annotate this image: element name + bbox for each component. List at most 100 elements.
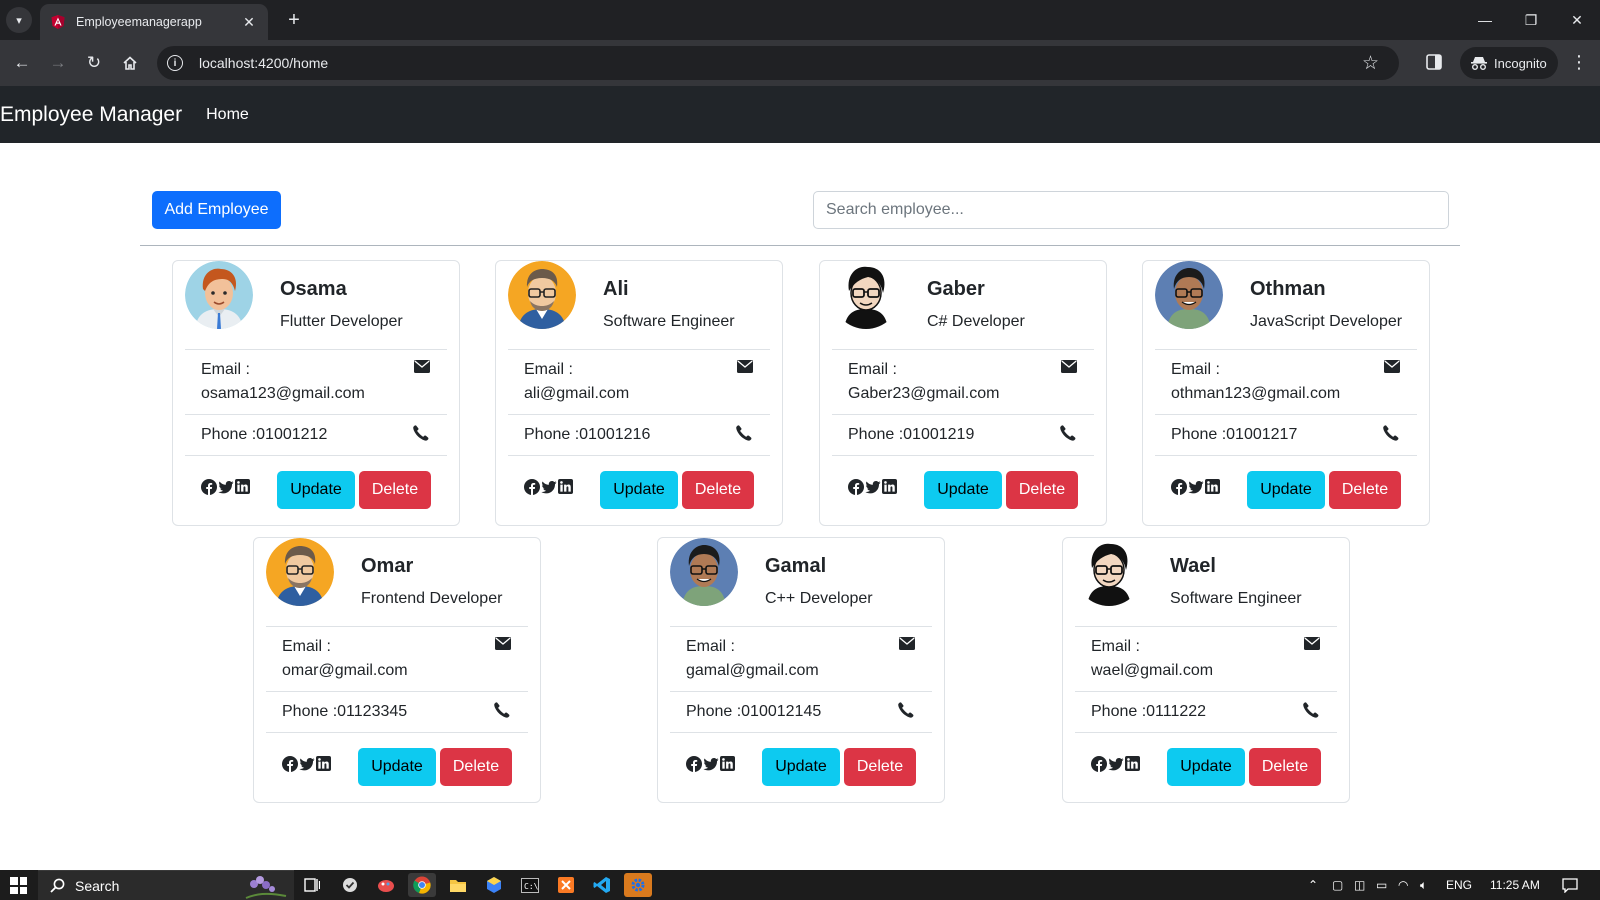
envelope-icon	[899, 637, 915, 650]
side-panel-icon[interactable]	[1424, 52, 1444, 72]
facebook-icon[interactable]	[848, 479, 864, 495]
envelope-icon	[1061, 360, 1077, 373]
close-window-icon[interactable]: ✕	[1554, 0, 1600, 40]
vscode-icon[interactable]	[588, 873, 616, 897]
facebook-icon[interactable]	[201, 479, 217, 495]
phone-icon	[494, 702, 510, 718]
nav-link-home[interactable]: Home	[206, 106, 249, 124]
tray-app-icon[interactable]: ◫	[1354, 870, 1365, 900]
employee-card: Wael Software Engineer Email : wael@gmai…	[1062, 537, 1350, 803]
restore-icon[interactable]: ❐	[1508, 0, 1554, 40]
tab-search-button[interactable]: ▾	[6, 7, 32, 33]
update-button[interactable]: Update	[1247, 471, 1325, 509]
linkedin-icon[interactable]	[316, 756, 332, 772]
incognito-indicator[interactable]: Incognito	[1460, 47, 1558, 79]
update-button[interactable]: Update	[924, 471, 1002, 509]
card-divider	[832, 455, 1094, 456]
facebook-icon[interactable]	[524, 479, 540, 495]
taskbar-clock[interactable]: 11:25 AM	[1490, 870, 1540, 900]
xampp-icon[interactable]	[552, 873, 580, 897]
site-info-icon[interactable]: i	[167, 55, 183, 71]
language-indicator[interactable]: ENG	[1446, 870, 1472, 900]
linkedin-icon[interactable]	[1125, 756, 1141, 772]
employee-card: Ali Software Engineer Email : ali@gmail.…	[495, 260, 783, 526]
linkedin-icon[interactable]	[1205, 479, 1221, 495]
delete-button[interactable]: Delete	[359, 471, 431, 509]
tray-meet-icon[interactable]: ▢	[1332, 870, 1343, 900]
linkedin-icon[interactable]	[720, 756, 736, 772]
facebook-icon[interactable]	[1171, 479, 1187, 495]
update-button[interactable]: Update	[600, 471, 678, 509]
email-label: Email :	[848, 361, 897, 378]
employee-job-title: Flutter Developer	[280, 313, 403, 330]
minimize-icon[interactable]: —	[1462, 0, 1508, 40]
search-employee-input[interactable]	[813, 191, 1449, 229]
twitter-icon[interactable]	[541, 479, 557, 495]
facebook-icon[interactable]	[1091, 756, 1107, 772]
bookmark-star-icon[interactable]: ☆	[1362, 52, 1379, 75]
phone-icon	[898, 702, 914, 718]
chrome-taskbar-icon[interactable]	[408, 873, 436, 897]
envelope-icon	[737, 360, 753, 373]
tray-overflow-icon[interactable]: ⌃	[1308, 870, 1318, 900]
twitter-icon[interactable]	[865, 479, 881, 495]
task-view-icon[interactable]	[298, 873, 326, 897]
settings-app-icon[interactable]	[624, 873, 652, 897]
notifications-icon[interactable]	[1562, 870, 1578, 900]
twitter-icon[interactable]	[703, 756, 719, 772]
add-employee-button[interactable]: Add Employee	[152, 191, 281, 229]
battery-icon[interactable]: ▭	[1376, 870, 1387, 900]
back-icon[interactable]: ←	[8, 49, 36, 77]
svg-text:C:\: C:\	[524, 882, 539, 891]
new-tab-button[interactable]: +	[280, 6, 308, 34]
tab-close-icon[interactable]: ✕	[240, 14, 258, 31]
volume-icon[interactable]: 🔈︎	[1420, 870, 1427, 900]
browser-tab-active[interactable]: Employeemanagerapp ✕	[40, 4, 268, 40]
navbar-brand[interactable]: Employee Manager	[0, 103, 182, 127]
employee-job-title: JavaScript Developer	[1250, 313, 1403, 330]
update-button[interactable]: Update	[358, 748, 436, 786]
twitter-icon[interactable]	[299, 756, 315, 772]
card-divider	[1155, 455, 1417, 456]
email-label: Email :	[201, 361, 250, 378]
browser-menu-icon[interactable]: ⋮	[1570, 50, 1588, 76]
app-icon-paint[interactable]	[372, 873, 400, 897]
employee-job-title: C# Developer	[927, 313, 1025, 330]
address-bar[interactable]: i localhost:4200/home ☆	[157, 46, 1399, 80]
taskbar-search[interactable]: Search	[38, 870, 294, 900]
facebook-icon[interactable]	[686, 756, 702, 772]
file-explorer-icon[interactable]	[444, 873, 472, 897]
update-button[interactable]: Update	[277, 471, 355, 509]
delete-button[interactable]: Delete	[440, 748, 512, 786]
windows-start-icon[interactable]	[10, 877, 27, 894]
forward-icon[interactable]: →	[44, 49, 72, 77]
employee-email: omar@gmail.com	[282, 662, 408, 679]
delete-button[interactable]: Delete	[682, 471, 754, 509]
delete-button[interactable]: Delete	[1329, 471, 1401, 509]
delete-button[interactable]: Delete	[844, 748, 916, 786]
linkedin-icon[interactable]	[882, 479, 898, 495]
twitter-icon[interactable]	[218, 479, 234, 495]
email-label: Email :	[1091, 638, 1140, 655]
linkedin-icon[interactable]	[558, 479, 574, 495]
delete-button[interactable]: Delete	[1249, 748, 1321, 786]
app-icon-cube[interactable]	[480, 873, 508, 897]
delete-button[interactable]: Delete	[1006, 471, 1078, 509]
card-divider	[266, 732, 528, 733]
twitter-icon[interactable]	[1188, 479, 1204, 495]
terminal-icon[interactable]: C:\	[516, 873, 544, 897]
twitter-icon[interactable]	[1108, 756, 1124, 772]
app-icon-check[interactable]	[336, 873, 364, 897]
employee-name: Gaber	[927, 278, 985, 300]
linkedin-icon[interactable]	[235, 479, 251, 495]
update-button[interactable]: Update	[1167, 748, 1245, 786]
update-button[interactable]: Update	[762, 748, 840, 786]
employee-phone: Phone :010012145	[686, 703, 822, 720]
employee-card: Omar Frontend Developer Email : omar@gma…	[253, 537, 541, 803]
reload-icon[interactable]: ↻	[80, 49, 108, 77]
card-divider	[670, 691, 932, 692]
wifi-icon[interactable]: ◠	[1398, 870, 1408, 900]
phone-icon	[1060, 425, 1076, 441]
facebook-icon[interactable]	[282, 756, 298, 772]
home-icon[interactable]	[116, 49, 144, 77]
